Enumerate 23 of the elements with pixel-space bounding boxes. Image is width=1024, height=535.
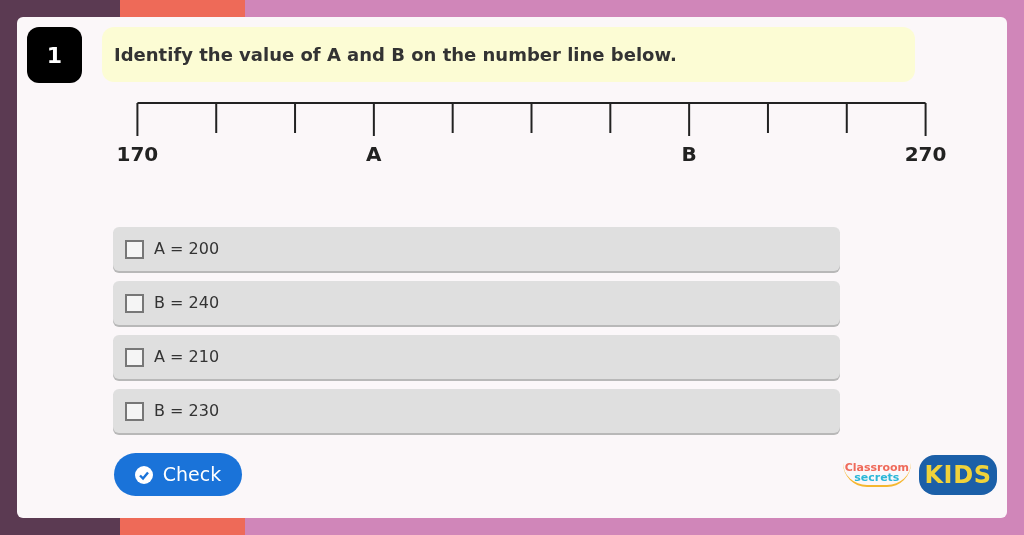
checkbox[interactable] bbox=[125, 401, 144, 421]
answer-option[interactable]: A = 200 bbox=[113, 227, 840, 271]
checkbox[interactable] bbox=[125, 293, 144, 313]
logo-badge: KIDS bbox=[919, 454, 997, 495]
answer-option[interactable]: A = 210 bbox=[113, 335, 840, 379]
tick-label: 270 bbox=[904, 141, 947, 168]
question-number: 1 bbox=[27, 27, 82, 83]
check-button[interactable]: Check bbox=[114, 453, 242, 496]
option-label: A = 210 bbox=[154, 346, 220, 368]
option-label: B = 240 bbox=[154, 292, 220, 314]
checkbox[interactable] bbox=[125, 239, 144, 259]
check-icon bbox=[134, 465, 153, 484]
answer-option[interactable]: B = 240 bbox=[113, 281, 840, 325]
option-label: A = 200 bbox=[154, 238, 220, 260]
logo-word: secrets bbox=[854, 472, 900, 483]
option-label: B = 230 bbox=[154, 400, 220, 422]
logo-word: Classroom bbox=[844, 462, 909, 473]
checkbox[interactable] bbox=[125, 347, 144, 367]
answer-option[interactable]: B = 230 bbox=[113, 389, 840, 433]
question-text: Identify the value of A and B on the number line below. bbox=[102, 27, 915, 82]
tick-label: 170 bbox=[116, 141, 159, 168]
tick-label: B bbox=[681, 141, 697, 168]
tick-label: A bbox=[366, 141, 382, 168]
